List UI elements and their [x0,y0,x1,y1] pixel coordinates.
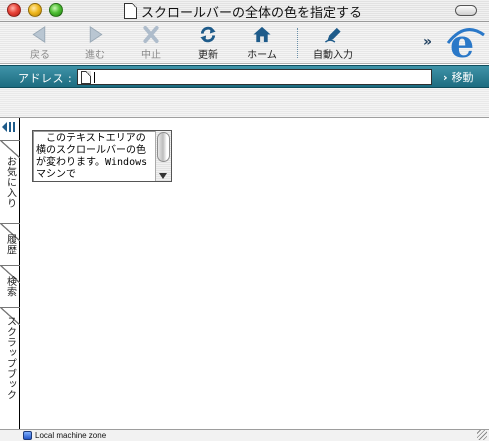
home-label: ホーム [247,50,277,61]
forward-label: 進む [85,50,105,61]
favorites-bar [0,88,489,118]
toolbar-overflow-chevron[interactable]: » [423,34,432,50]
autofill-pen-icon [324,27,341,43]
go-chevron-icon: › [443,70,448,84]
stop-label: 中止 [141,50,161,61]
zoom-button[interactable] [49,3,63,17]
toolbar-toggle-button[interactable] [455,5,477,16]
go-label: 移動 [451,71,474,84]
autofill-label: 自動入力 [313,50,353,61]
zone-icon [23,431,32,440]
toolbar-separator [297,28,298,58]
resize-grip-icon[interactable] [477,430,487,440]
address-input[interactable] [77,69,432,85]
go-button[interactable]: › 移動 [443,69,474,85]
autofill-button[interactable]: 自動入力 [313,25,353,61]
textarea-scrollbar[interactable] [155,131,171,181]
forward-button[interactable]: 進む [77,25,113,61]
scroll-down-arrow-icon[interactable] [159,173,167,179]
sidebar-collapse-icon[interactable] [2,122,18,132]
sidebar-tab-search[interactable]: 検索 [0,265,20,307]
page-icon [81,70,91,84]
sidebar-tab-scrapbook-label: スクラップブック [4,315,16,400]
close-button[interactable] [7,3,21,17]
back-button[interactable]: 戻る [22,25,58,61]
sidebar-tab-scrapbook[interactable]: スクラップブック [0,307,20,407]
forward-arrow-icon [89,26,103,43]
sidebar-tab-favorites-label: お気に入り [4,155,16,209]
ie-logo-icon: e [446,23,485,63]
stop-button[interactable]: 中止 [133,25,169,61]
address-bar: アドレス : › 移動 [0,65,489,88]
textarea-text: このテキストエリアの横のスクロールバーの色が変わります。Windowsマシンで [36,133,148,180]
demo-textarea[interactable]: このテキストエリアの横のスクロールバーの色が変わります。Windowsマシンで [32,130,172,182]
zone-text: Local machine zone [35,431,107,440]
stop-x-icon [143,25,159,44]
explorer-sidebar: お気に入り 履歴 検索 スクラップブック [0,118,20,429]
toolbar: 戻る 進む 中止 更新 ホーム 自動入力 » e [0,22,489,64]
home-button[interactable]: ホーム [244,25,280,61]
back-label: 戻る [30,50,50,61]
address-label: アドレス : [18,72,73,85]
refresh-button[interactable]: 更新 [190,25,226,61]
home-icon [253,26,271,43]
sidebar-tab-history-label: 履歴 [4,234,16,255]
sidebar-tab-search-label: 検索 [4,276,16,297]
sidebar-tab-favorites[interactable]: お気に入り [0,140,20,223]
text-caret [94,71,95,83]
refresh-label: 更新 [198,50,218,61]
title-bar[interactable]: スクロールバーの全体の色を指定する [0,0,489,22]
window-title: スクロールバーの全体の色を指定する [141,5,363,21]
minimize-button[interactable] [28,3,42,17]
status-bar: Local machine zone [0,429,489,441]
sidebar-tab-history[interactable]: 履歴 [0,223,20,265]
back-arrow-icon [32,26,46,43]
scrollbar-thumb[interactable] [157,132,170,162]
document-icon [124,3,137,19]
refresh-icon [200,26,216,43]
window-title-group: スクロールバーの全体の色を指定する [124,2,363,21]
page-content: このテキストエリアの横のスクロールバーの色が変わります。Windowsマシンで [21,118,489,429]
